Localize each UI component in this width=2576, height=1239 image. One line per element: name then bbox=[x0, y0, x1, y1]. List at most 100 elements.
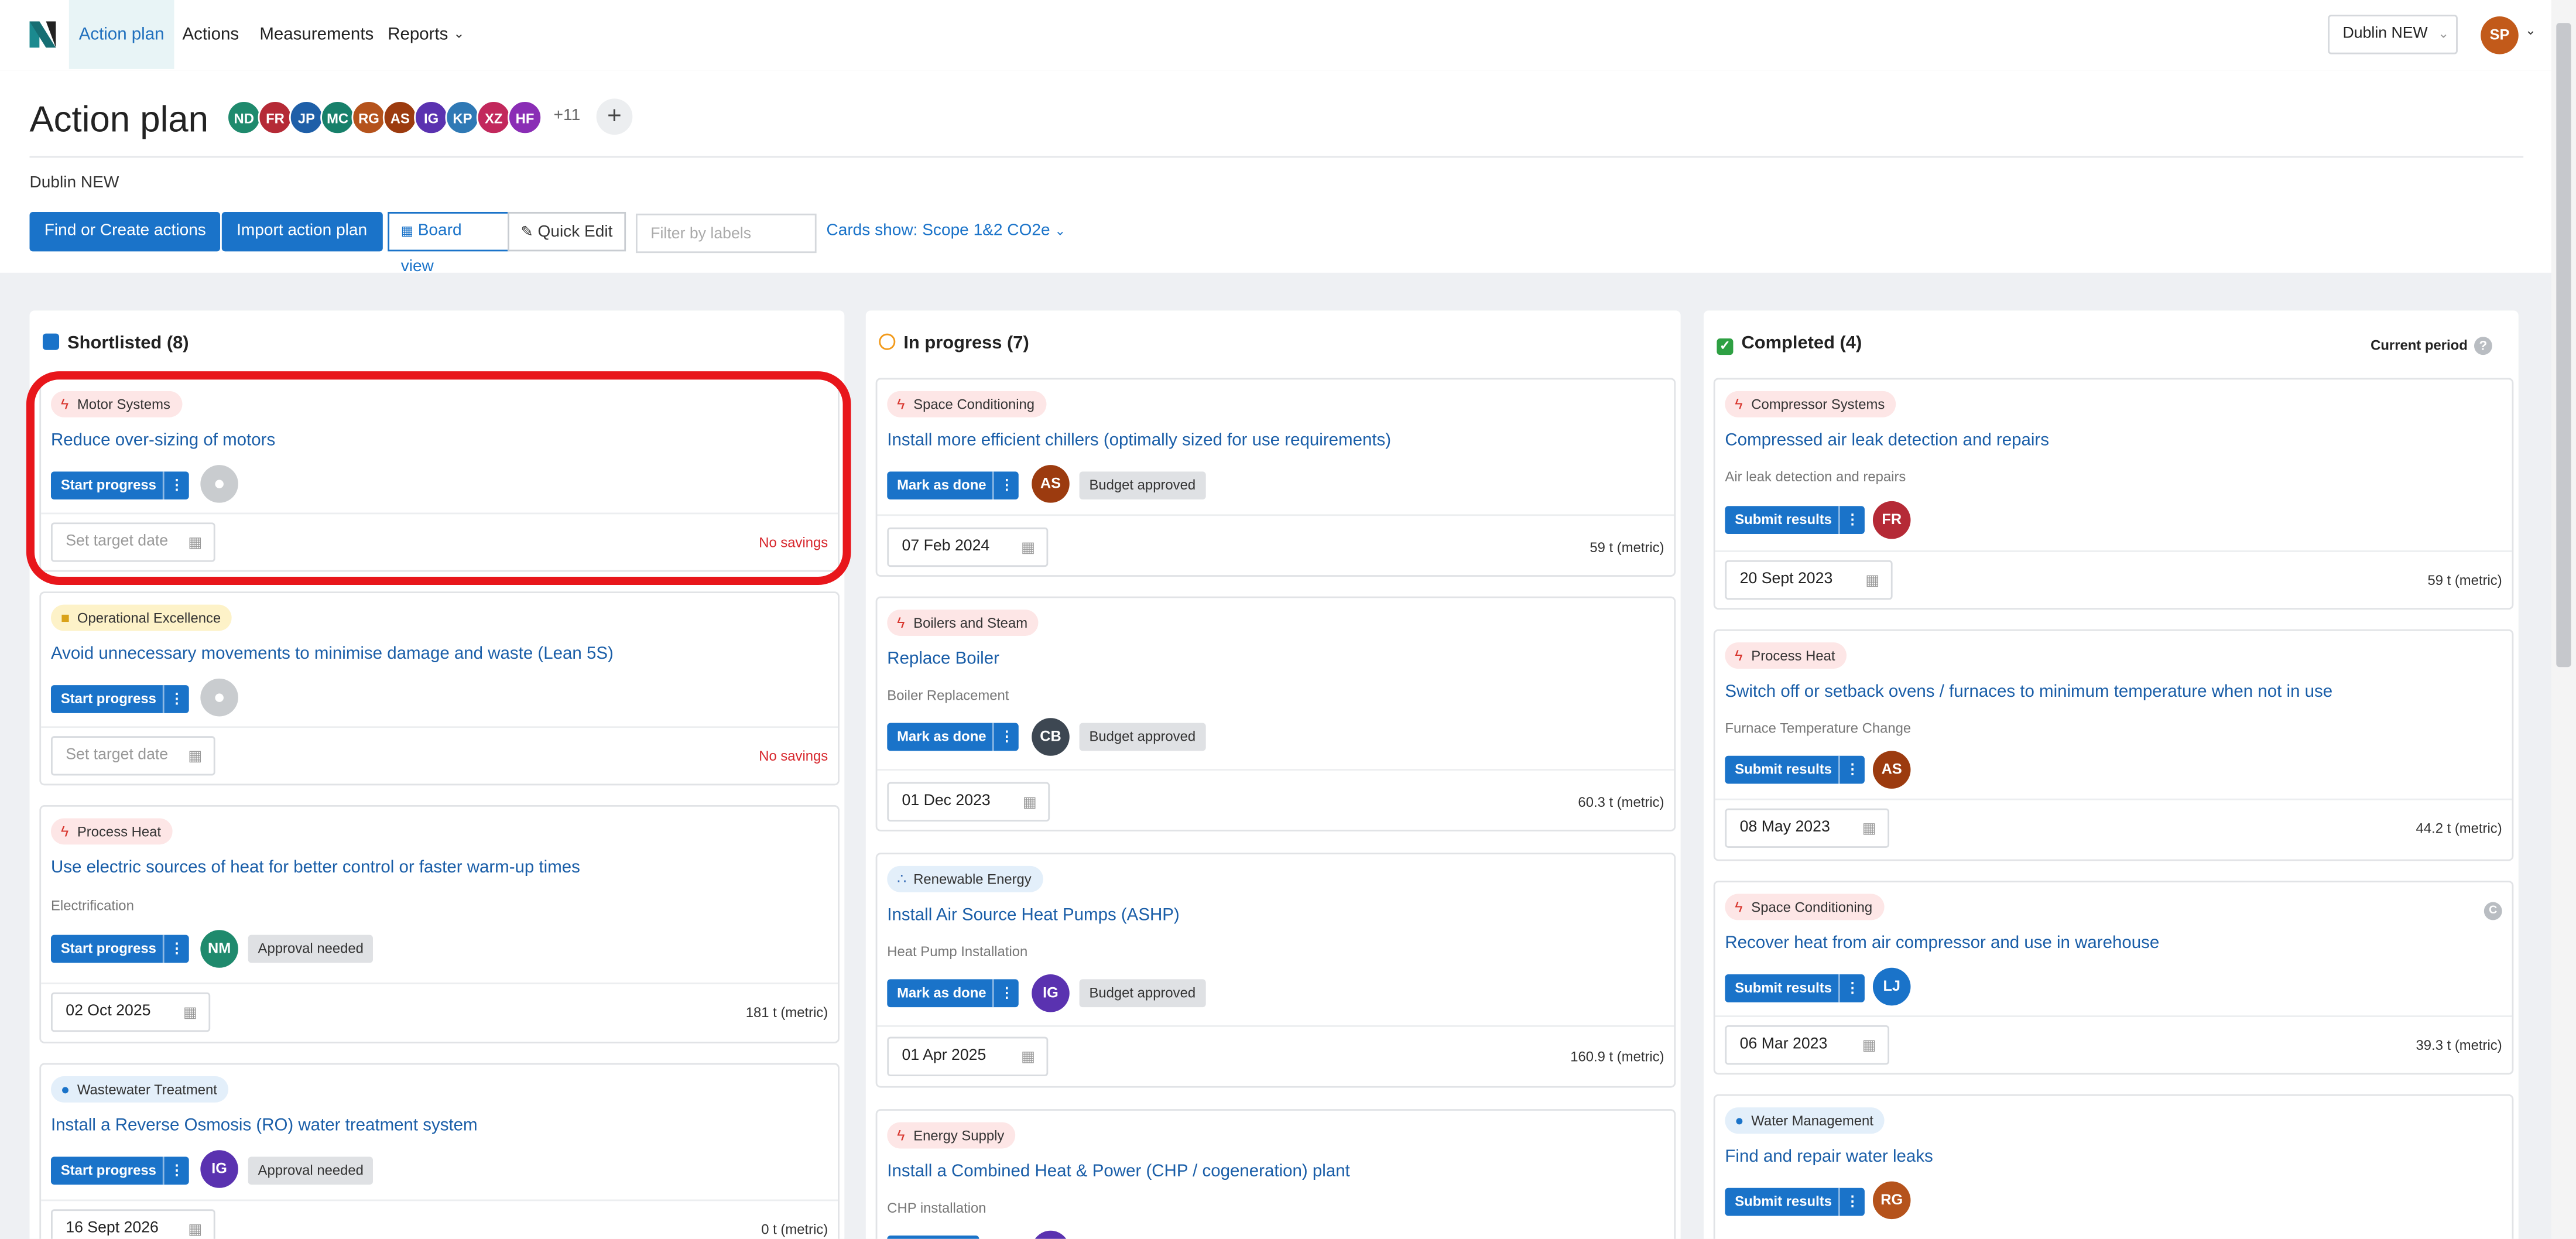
action-card[interactable]: ● Water Management Find and repair water … bbox=[1713, 1094, 2514, 1239]
team-avatar[interactable]: KP bbox=[445, 100, 480, 135]
more-options-icon[interactable]: ⋮ bbox=[1838, 506, 1865, 534]
import-action-plan-button[interactable]: Import action plan bbox=[221, 211, 382, 252]
owner-avatar[interactable]: FR bbox=[1872, 501, 1911, 539]
owner-avatar[interactable]: NM bbox=[200, 930, 238, 968]
action-card[interactable]: ϟ Compressor Systems Compressed air leak … bbox=[1713, 378, 2514, 610]
category-tag: ϟ Space Conditioning bbox=[887, 391, 1046, 417]
action-card[interactable]: ■ Operational Excellence Avoid unnecessar… bbox=[39, 591, 840, 786]
action-card[interactable]: ϟ Space Conditioning C Recover heat from … bbox=[1713, 881, 2514, 1075]
app-logo-icon[interactable] bbox=[29, 18, 56, 51]
action-title-link[interactable]: Install more efficient chillers (optimal… bbox=[887, 430, 1391, 450]
mark-as-done-button[interactable]: Mark as done ⋮ bbox=[887, 471, 1019, 500]
reports-chevron-down-icon[interactable]: ⌄ bbox=[453, 26, 464, 41]
action-card[interactable]: ∴ Renewable Energy Install Air Source Hea… bbox=[875, 853, 1676, 1088]
team-avatar[interactable]: ND bbox=[227, 100, 262, 135]
more-options-icon[interactable]: ⋮ bbox=[992, 471, 1019, 500]
target-date-picker[interactable]: 06 Mar 2023 ▦ bbox=[1725, 1025, 1890, 1065]
nav-tab-measurements[interactable]: Measurements bbox=[250, 0, 384, 69]
target-date-picker[interactable]: 16 Sept 2026 ▦ bbox=[50, 1209, 215, 1239]
action-card[interactable]: ϟ Process Heat Use electric sources of he… bbox=[39, 805, 840, 1043]
more-options-icon[interactable]: ⋮ bbox=[992, 723, 1019, 751]
team-avatar[interactable]: IG bbox=[414, 100, 449, 135]
owner-avatar[interactable]: LJ bbox=[1872, 967, 1911, 1006]
target-date-picker[interactable]: Set target date ▦ bbox=[50, 736, 215, 776]
action-title-link[interactable]: Install a Combined Heat & Power (CHP / c… bbox=[887, 1162, 1349, 1182]
more-options-icon[interactable]: ⋮ bbox=[163, 935, 189, 963]
find-create-actions-button[interactable]: Find or Create actions bbox=[29, 211, 221, 252]
target-date-picker[interactable]: 07 Feb 2024 ▦ bbox=[887, 527, 1049, 567]
team-avatar[interactable]: MC bbox=[320, 100, 355, 135]
start-progress-button[interactable]: Start progress ⋮ bbox=[50, 685, 190, 713]
owner-avatar[interactable]: AS bbox=[1032, 465, 1070, 503]
help-icon[interactable]: ? bbox=[2474, 337, 2492, 355]
board-view-button[interactable]: ▦ Board view bbox=[388, 211, 509, 276]
quick-edit-label: Quick Edit bbox=[537, 223, 613, 242]
mark-as-done-button[interactable]: Mark as done ⋮ bbox=[887, 723, 1019, 751]
more-options-icon[interactable]: ⋮ bbox=[1838, 755, 1865, 784]
action-title-link[interactable]: Use electric sources of heat for better … bbox=[51, 858, 580, 878]
nav-tab-action-plan[interactable]: Action plan bbox=[68, 0, 174, 69]
owner-avatar[interactable] bbox=[1032, 1230, 1070, 1239]
action-title-link[interactable]: Avoid unnecessary movements to minimise … bbox=[51, 644, 614, 664]
user-avatar[interactable]: SP bbox=[2481, 16, 2519, 54]
action-card[interactable]: ϟ Boilers and Steam Replace Boiler Boiler… bbox=[875, 596, 1676, 831]
target-date-picker[interactable]: 08 May 2023 ▦ bbox=[1725, 808, 1890, 848]
owner-avatar[interactable]: CB bbox=[1032, 718, 1070, 756]
target-date-value: 07 Feb 2024 bbox=[902, 537, 990, 556]
target-date-picker[interactable]: 01 Apr 2025 ▦ bbox=[887, 1036, 1049, 1076]
quick-edit-button[interactable]: ✎ Quick Edit bbox=[508, 211, 626, 252]
team-avatar[interactable]: AS bbox=[382, 100, 417, 135]
cards-show-dropdown[interactable]: Cards show: Scope 1&2 CO2e ⌄ bbox=[826, 222, 1066, 240]
action-card[interactable]: ● Wastewater Treatment Install a Reverse … bbox=[39, 1063, 840, 1239]
action-title-link[interactable]: Recover heat from air compressor and use… bbox=[1725, 933, 2159, 953]
more-options-icon[interactable]: ⋮ bbox=[992, 979, 1019, 1008]
location-select[interactable]: Dublin NEW ⌄ bbox=[2328, 15, 2458, 54]
action-card[interactable]: ϟ Energy Supply Install a Combined Heat &… bbox=[875, 1109, 1676, 1239]
submit-results-button[interactable]: Submit results ⋮ bbox=[1725, 974, 1865, 1002]
more-options-icon[interactable]: ⋮ bbox=[163, 685, 189, 713]
target-date-value: Set target date bbox=[66, 745, 169, 764]
submit-results-button[interactable]: Submit results ⋮ bbox=[1725, 1187, 1865, 1216]
calendar-icon: ▦ bbox=[1020, 539, 1035, 556]
team-avatar[interactable]: JP bbox=[289, 100, 324, 135]
start-progress-button[interactable]: Start progress ⋮ bbox=[50, 1156, 190, 1185]
target-date-picker[interactable]: 20 Sept 2023 ▦ bbox=[1725, 560, 1893, 600]
board-icon: ▦ bbox=[400, 223, 413, 238]
owner-avatar[interactable]: IG bbox=[1032, 974, 1070, 1012]
owner-avatar[interactable]: AS bbox=[1872, 751, 1911, 789]
team-avatar[interactable]: HF bbox=[508, 100, 543, 135]
start-progress-button[interactable]: Start progress ⋮ bbox=[50, 935, 190, 963]
action-title-link[interactable]: Compressed air leak detection and repair… bbox=[1725, 430, 2049, 450]
action-subtitle: Boiler Replacement bbox=[887, 686, 1009, 704]
action-card[interactable]: ϟ Process Heat Switch off or setback oven… bbox=[1713, 629, 2514, 861]
action-title-link[interactable]: Replace Boiler bbox=[887, 649, 999, 669]
scrollbar-thumb[interactable] bbox=[2556, 23, 2571, 668]
user-menu-chevron-down-icon[interactable]: ⌄ bbox=[2525, 23, 2536, 37]
more-options-icon[interactable]: ⋮ bbox=[1838, 974, 1865, 1002]
target-date-value: 02 Oct 2025 bbox=[66, 1002, 151, 1021]
more-options-icon[interactable]: ⋮ bbox=[1838, 1187, 1865, 1216]
filter-labels-input[interactable] bbox=[635, 213, 817, 254]
action-card[interactable]: ϟ Space Conditioning Install more efficie… bbox=[875, 378, 1676, 577]
submit-results-button[interactable]: Submit results ⋮ bbox=[1725, 506, 1865, 534]
owner-avatar[interactable]: RG bbox=[1872, 1181, 1911, 1220]
action-title-link[interactable]: Switch off or setback ovens / furnaces t… bbox=[1725, 682, 2332, 702]
nav-tab-reports[interactable]: Reports bbox=[378, 0, 458, 69]
page-scrollbar[interactable] bbox=[2551, 0, 2576, 1239]
more-members-count[interactable]: +11 bbox=[554, 107, 581, 125]
target-date-picker[interactable]: 02 Oct 2025 ▦ bbox=[50, 992, 211, 1032]
team-avatar[interactable]: XZ bbox=[476, 100, 511, 135]
action-title-link[interactable]: Find and repair water leaks bbox=[1725, 1147, 1933, 1167]
more-options-icon[interactable]: ⋮ bbox=[163, 1156, 189, 1185]
team-avatar[interactable]: FR bbox=[258, 100, 293, 135]
unassigned-avatar-icon[interactable]: ● bbox=[200, 678, 238, 717]
action-title-link[interactable]: Install Air Source Heat Pumps (ASHP) bbox=[887, 905, 1179, 925]
add-member-button[interactable]: + bbox=[596, 98, 633, 135]
owner-avatar[interactable]: IG bbox=[200, 1150, 238, 1188]
team-avatar[interactable]: RG bbox=[351, 100, 386, 135]
target-date-picker[interactable]: 01 Dec 2023 ▦ bbox=[887, 782, 1050, 822]
mark-as-done-button[interactable]: Mark as done ⋮ bbox=[887, 979, 1019, 1008]
nav-tab-actions[interactable]: Actions bbox=[173, 0, 249, 69]
action-title-link[interactable]: Install a Reverse Osmosis (RO) water tre… bbox=[51, 1115, 478, 1135]
submit-results-button[interactable]: Submit results ⋮ bbox=[1725, 755, 1865, 784]
